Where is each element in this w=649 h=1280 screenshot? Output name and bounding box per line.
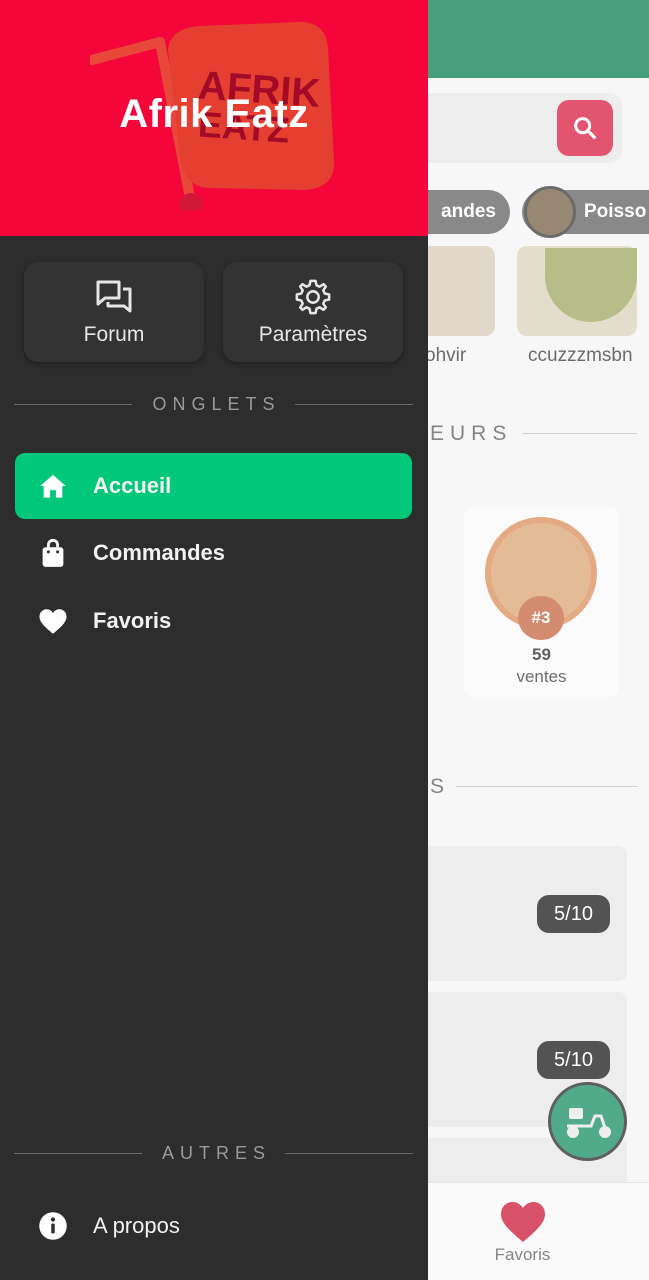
nav-item-label: A propos [93, 1213, 180, 1238]
app-title: Afrik Eatz [119, 92, 309, 136]
section-title-others: AUTRES [162, 1143, 272, 1163]
divider-line [294, 404, 413, 405]
forum-label: Forum [83, 323, 145, 346]
forum-button[interactable]: Forum [24, 262, 204, 362]
section-divider-tabs: ONGLETS [14, 394, 413, 415]
nav-item-favoris[interactable]: Favoris [15, 588, 412, 654]
nav-item-label: Commandes [93, 540, 226, 565]
divider-line [285, 1153, 414, 1154]
heart-icon [38, 606, 68, 636]
nav-item-label: Accueil [93, 473, 172, 498]
section-title-tabs: ONGLETS [152, 394, 281, 414]
divider-line [14, 1153, 142, 1154]
nav-item-commandes[interactable]: Commandes [15, 520, 412, 586]
divider-line [14, 404, 133, 405]
settings-label: Paramètres [258, 323, 368, 346]
gear-icon [293, 277, 333, 317]
navigation-drawer: AFRIK EATZ Afrik Eatz Forum Paramètres O… [0, 0, 428, 1280]
forum-icon [94, 277, 134, 317]
section-divider-others: AUTRES [14, 1143, 414, 1164]
nav-item-label: Favoris [93, 608, 172, 633]
settings-button[interactable]: Paramètres [223, 262, 403, 362]
nav-item-a-propos[interactable]: A propos [15, 1193, 412, 1259]
nav-item-accueil[interactable]: Accueil [15, 453, 412, 519]
drawer-header: AFRIK EATZ Afrik Eatz [0, 0, 428, 236]
shopping-bag-icon [38, 538, 68, 568]
home-icon [38, 471, 68, 501]
info-icon [38, 1211, 68, 1241]
